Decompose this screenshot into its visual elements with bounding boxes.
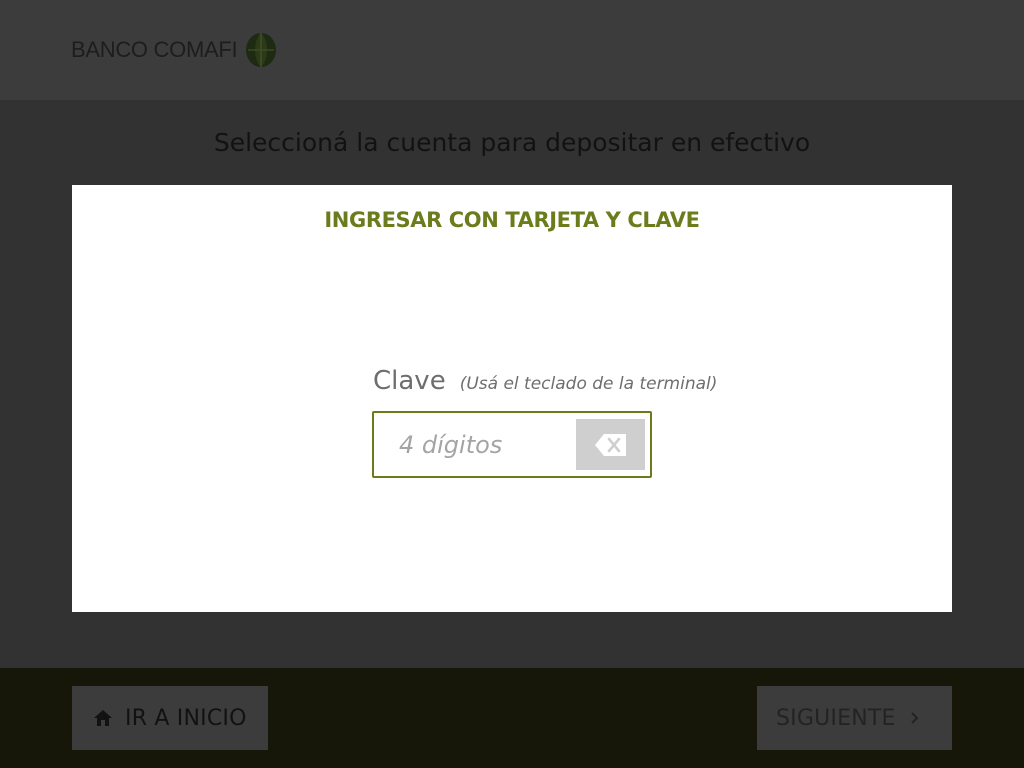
next-button[interactable]: SIGUIENTE xyxy=(757,686,952,750)
bank-logo: BANCO COMAFI xyxy=(71,32,277,68)
page-title: Seleccioná la cuenta para depositar en e… xyxy=(213,128,811,157)
home-button-label: IR A INICIO xyxy=(125,705,247,731)
pin-field xyxy=(372,411,652,478)
comafi-leaf-logo-icon xyxy=(246,33,277,67)
home-icon xyxy=(93,709,113,727)
modal-title: INGRESAR CON TARJETA Y CLAVE xyxy=(324,208,700,232)
pin-label: Clave xyxy=(373,366,446,396)
pin-input[interactable] xyxy=(374,413,574,476)
pin-hint: (Usá el teclado de la terminal) xyxy=(459,374,718,394)
logo-text: BANCO COMAFI xyxy=(71,37,238,62)
header-bar: BANCO COMAFI xyxy=(0,0,1024,100)
home-button[interactable]: IR A INICIO xyxy=(72,686,268,750)
backspace-icon xyxy=(594,433,626,456)
pin-label-row: Clave (Usá el teclado de la terminal) xyxy=(373,366,717,400)
next-button-label: SIGUIENTE xyxy=(776,705,896,731)
backspace-button[interactable] xyxy=(576,419,645,470)
chevron-right-icon xyxy=(910,711,920,725)
